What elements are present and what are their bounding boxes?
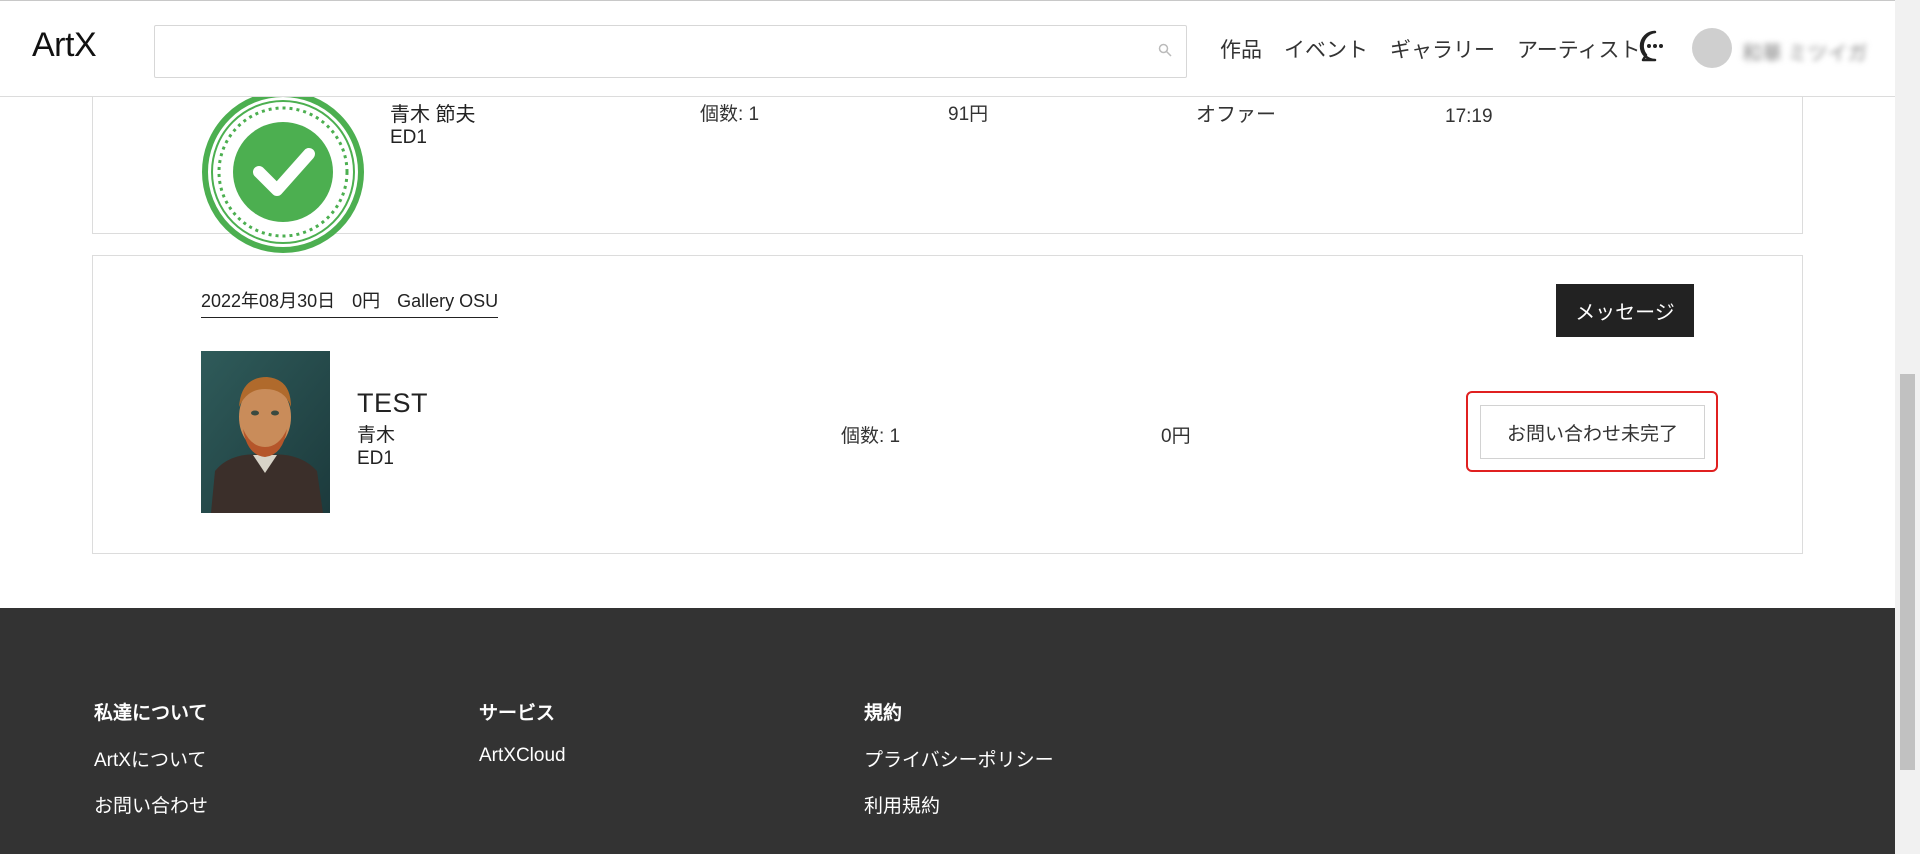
- search-icon[interactable]: [1158, 43, 1172, 57]
- footer-column-terms: 規約 プライバシーポリシー 利用規約: [864, 698, 1054, 837]
- status-text: オファー: [1196, 104, 1276, 126]
- footer-heading: サービス: [479, 703, 556, 724]
- footer-column-about: 私達について ArtXについて お問い合わせ: [94, 698, 208, 837]
- avatar[interactable]: [1692, 28, 1732, 68]
- order-amount: 0円: [352, 291, 381, 311]
- footer-heading: 規約: [864, 703, 903, 724]
- footer-link-contact[interactable]: お問い合わせ: [94, 791, 208, 818]
- artwork-title: TEST: [357, 388, 429, 418]
- order-summary-link[interactable]: 2022年08月30日 0円 Gallery OSU: [201, 287, 499, 318]
- scrollbar-thumb[interactable]: [1900, 374, 1915, 770]
- quantity: 個数: 1: [700, 104, 760, 125]
- artist-name: 青木: [357, 425, 396, 446]
- edition: ED1: [390, 127, 427, 148]
- artwork-thumbnail[interactable]: [201, 351, 330, 513]
- site-header: ArtX 作品 イベント ギャラリー アーティスト 和華 ミツイガ: [0, 0, 1895, 97]
- nav-item-artists[interactable]: アーティスト: [1517, 34, 1640, 64]
- footer-link-artxcloud[interactable]: ArtXCloud: [479, 745, 566, 767]
- nav-item-galleries[interactable]: ギャラリー: [1390, 34, 1495, 64]
- quantity: 個数: 1: [841, 426, 901, 447]
- nav-item-artworks[interactable]: 作品: [1220, 34, 1262, 64]
- gallery-name: Gallery OSU: [397, 291, 499, 311]
- footer-column-services: サービス ArtXCloud: [479, 698, 566, 786]
- divider: [0, 0, 1895, 1]
- price: 0円: [1161, 426, 1191, 447]
- edition: ED1: [357, 448, 394, 469]
- footer-link-terms-of-use[interactable]: 利用規約: [864, 791, 1054, 818]
- search-input[interactable]: [154, 25, 1187, 78]
- main-nav: 作品 イベント ギャラリー アーティスト: [1220, 34, 1662, 64]
- footer-link-about-artx[interactable]: ArtXについて: [94, 745, 208, 772]
- page-scrollbar[interactable]: [1895, 0, 1920, 854]
- artist-name: 青木 節夫: [390, 104, 476, 126]
- site-footer: 私達について ArtXについて お問い合わせ サービス ArtXCloud 規約…: [0, 608, 1895, 854]
- order-date: 2022年08月30日: [201, 291, 336, 311]
- chat-bubble-icon[interactable]: [1638, 29, 1672, 63]
- user-name[interactable]: 和華 ミツイガ: [1742, 37, 1868, 66]
- nav-item-events[interactable]: イベント: [1284, 34, 1368, 64]
- inquiry-incomplete-button[interactable]: お問い合わせ未完了: [1480, 405, 1705, 459]
- price: 91円: [948, 104, 989, 125]
- message-button[interactable]: メッセージ: [1556, 284, 1694, 337]
- footer-link-privacy-policy[interactable]: プライバシーポリシー: [864, 745, 1054, 772]
- success-seal-image: [202, 91, 364, 253]
- order-card: 2022年08月30日 0円 Gallery OSU メッセージ TEST 青木…: [92, 255, 1803, 554]
- updated-at-time: 17:19: [1445, 106, 1493, 127]
- logo[interactable]: ArtX: [32, 26, 97, 65]
- footer-heading: 私達について: [94, 703, 208, 724]
